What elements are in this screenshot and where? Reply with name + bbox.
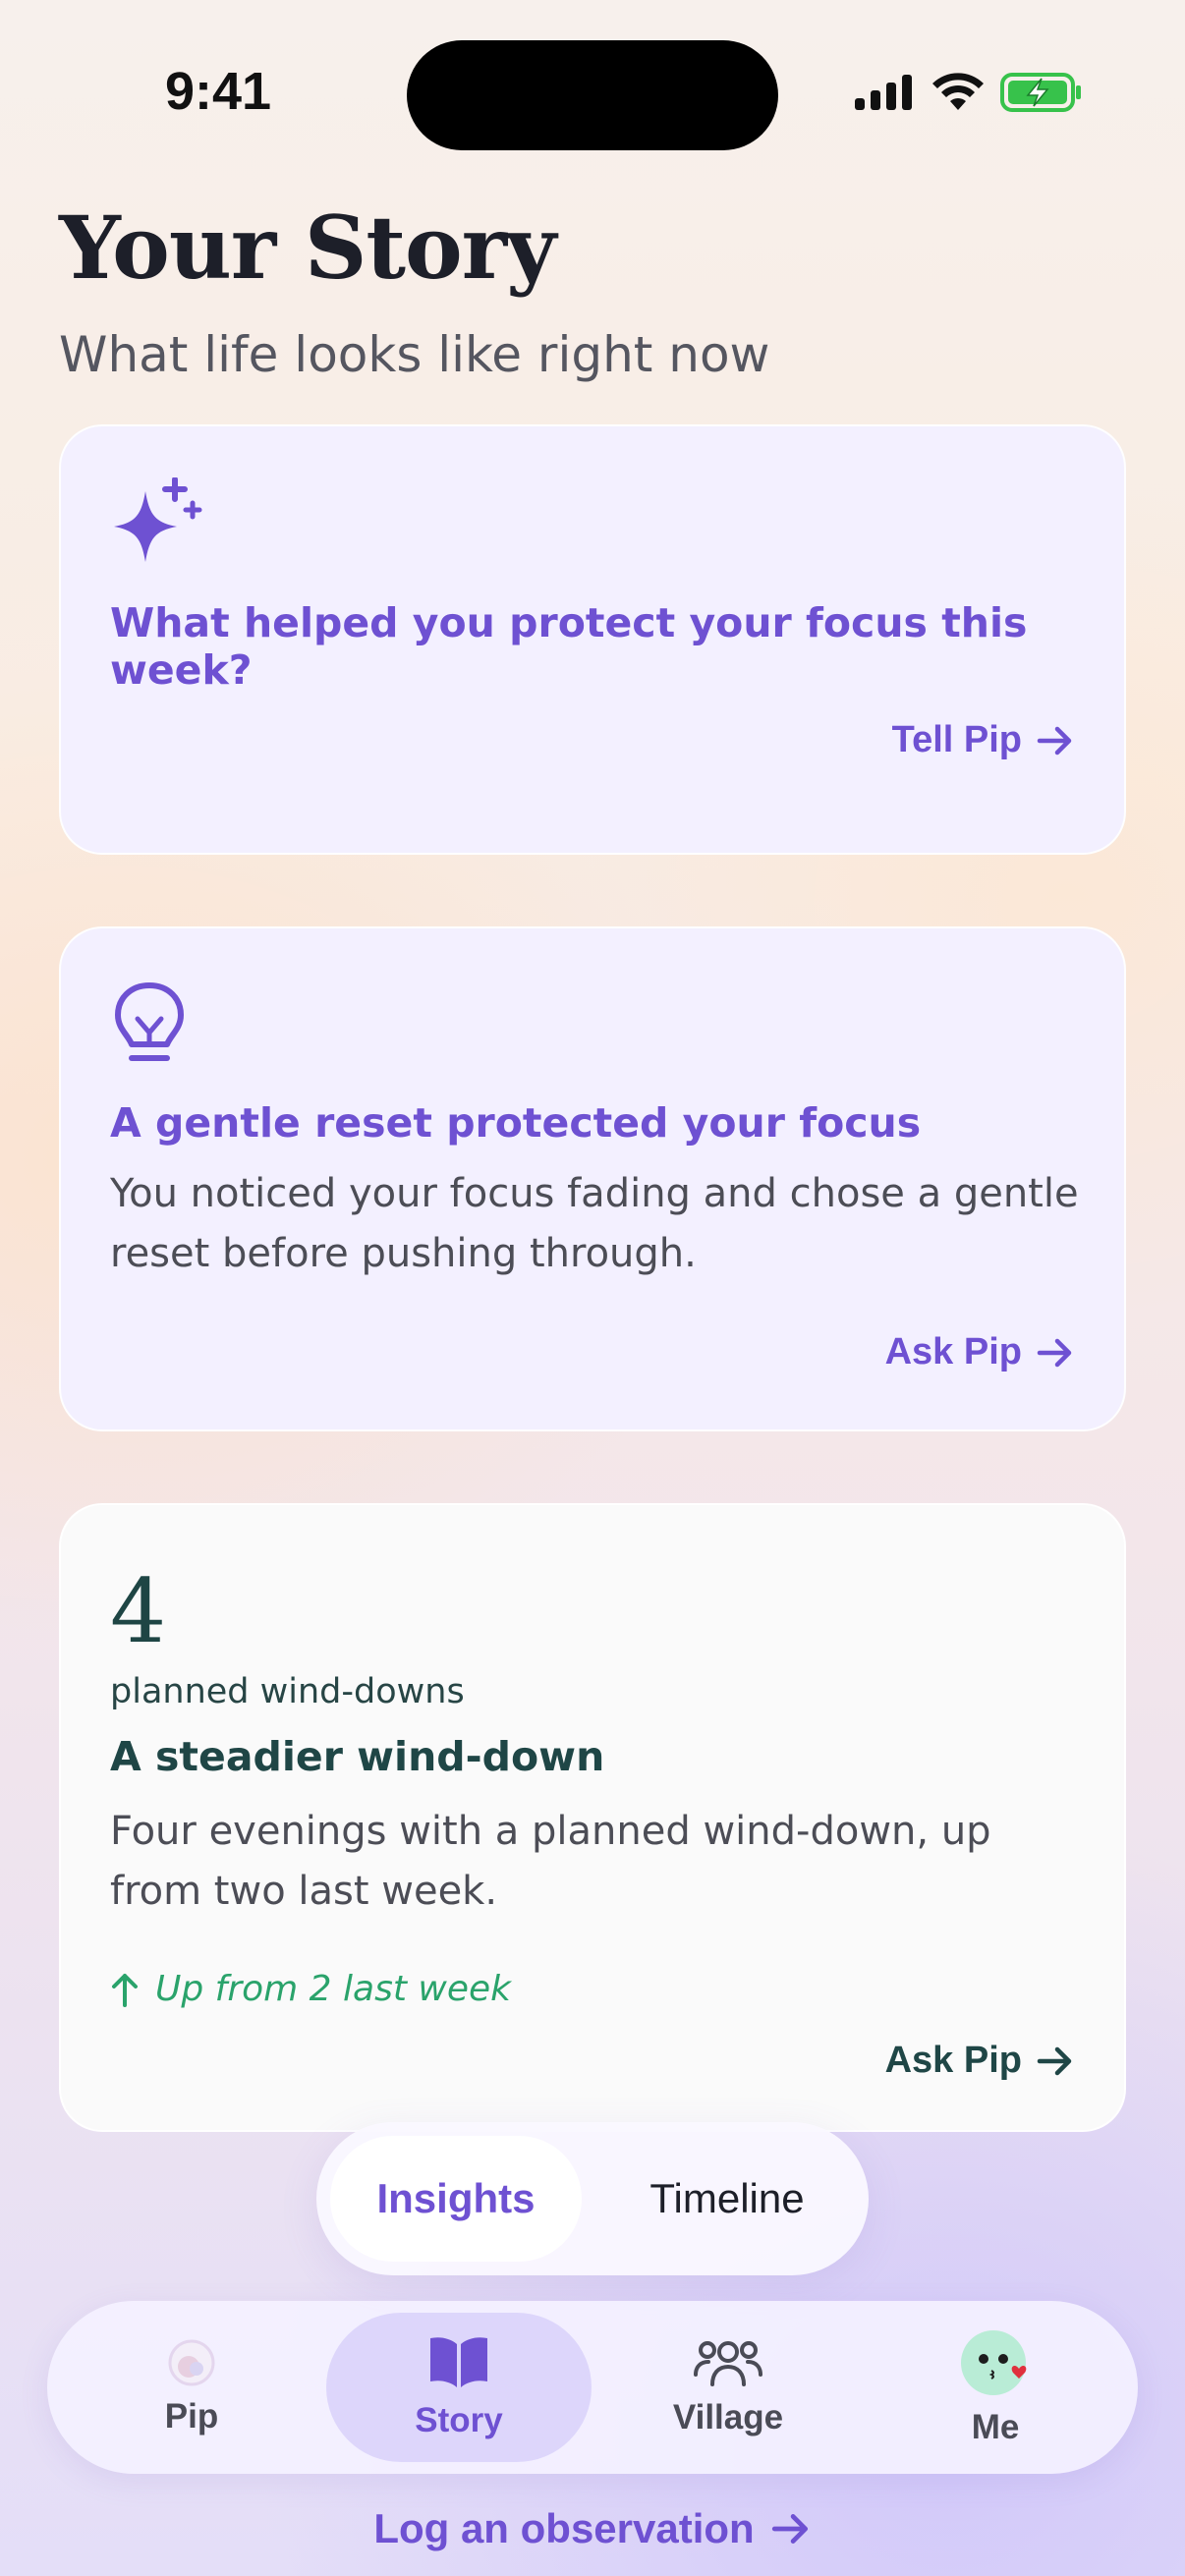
arrow-right-icon <box>1037 726 1072 755</box>
arrow-up-icon <box>112 1973 138 2007</box>
insight-card[interactable]: A gentle reset protected your focus You … <box>59 926 1126 1431</box>
battery-charging-icon <box>1000 73 1081 112</box>
lightbulb-icon <box>115 982 184 1061</box>
view-segmented-control: Insights Timeline <box>316 2122 869 2275</box>
tab-bar: Pip Story Village Me <box>47 2301 1138 2474</box>
log-observation-link[interactable]: Log an observation <box>0 2505 1185 2552</box>
stat-title: A steadier wind-down <box>110 1733 605 1780</box>
prompt-question: What helped you protect your focus this … <box>110 599 1028 694</box>
wifi-icon <box>932 73 984 110</box>
tab-story[interactable]: Story <box>326 2313 592 2462</box>
page-title: Your Story <box>59 196 556 299</box>
book-icon <box>430 2337 487 2387</box>
tell-pip-label: Tell Pip <box>891 719 1022 760</box>
insight-title: A gentle reset protected your focus <box>110 1099 922 1147</box>
segment-insights[interactable]: Insights <box>330 2136 582 2262</box>
stat-value-label: planned wind-downs <box>110 1672 465 1711</box>
stat-card[interactable]: 4 planned wind-downs A steadier wind-dow… <box>59 1503 1126 2132</box>
page-subtitle: What life looks like right now <box>59 326 770 383</box>
segment-timeline[interactable]: Timeline <box>601 2136 853 2262</box>
stat-value: 4 <box>110 1560 167 1663</box>
ask-pip-button[interactable]: Ask Pip <box>885 2040 1075 2082</box>
tab-village[interactable]: Village <box>595 2313 861 2462</box>
insight-body: You noticed your focus fading and chose … <box>110 1171 1079 1276</box>
ask-pip-label: Ask Pip <box>884 2040 1022 2081</box>
tab-village-label: Village <box>672 2398 784 2436</box>
prompt-card[interactable]: What helped you protect your focus this … <box>59 424 1126 855</box>
tab-story-label: Story <box>415 2401 503 2439</box>
avatar-icon <box>961 2330 1027 2395</box>
log-observation-label: Log an observation <box>373 2505 755 2551</box>
arrow-right-icon <box>1037 2046 1072 2075</box>
tab-me-label: Me <box>971 2408 1020 2446</box>
arrow-right-icon <box>1037 1338 1072 1367</box>
stat-body: Four evenings with a planned wind-down, … <box>110 1809 991 1914</box>
tab-pip-label: Pip <box>164 2397 219 2436</box>
tab-me[interactable]: Me <box>863 2313 1128 2462</box>
trend-text: Up from 2 last week <box>155 1969 511 2009</box>
tab-pip[interactable]: Pip <box>59 2313 324 2462</box>
ask-pip-button[interactable]: Ask Pip <box>885 1331 1075 1373</box>
signal-icon <box>855 75 912 110</box>
status-icons <box>855 73 1083 112</box>
status-time: 9:41 <box>165 62 272 121</box>
tell-pip-button[interactable]: Tell Pip <box>892 719 1075 761</box>
arrow-right-icon <box>771 2514 808 2544</box>
dynamic-island <box>407 40 778 150</box>
pip-orb-icon <box>168 2339 215 2386</box>
trend-indicator: Up from 2 last week <box>110 1969 511 2009</box>
people-icon <box>694 2341 762 2386</box>
ask-pip-label: Ask Pip <box>884 1331 1022 1372</box>
sparkle-icon <box>114 477 202 562</box>
